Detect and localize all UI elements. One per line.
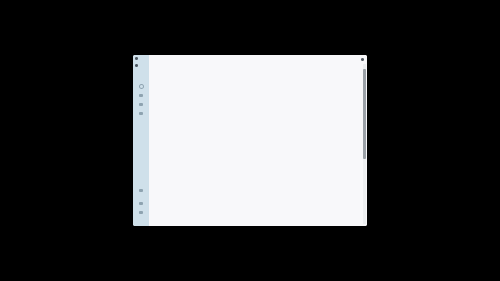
tag-icon[interactable] xyxy=(139,112,143,115)
list-icon[interactable] xyxy=(139,103,143,106)
window-control-icon[interactable] xyxy=(135,57,138,60)
grid-icon[interactable] xyxy=(139,94,143,97)
user-icon[interactable] xyxy=(139,202,143,205)
home-icon[interactable] xyxy=(139,84,144,89)
app-window xyxy=(133,55,367,226)
settings-icon[interactable] xyxy=(139,189,143,192)
window-control-icon[interactable] xyxy=(135,64,138,67)
help-icon[interactable] xyxy=(139,211,143,214)
sidebar xyxy=(133,55,149,226)
main-content xyxy=(149,55,367,226)
more-icon[interactable] xyxy=(361,58,364,61)
scrollbar-thumb[interactable] xyxy=(363,69,366,159)
